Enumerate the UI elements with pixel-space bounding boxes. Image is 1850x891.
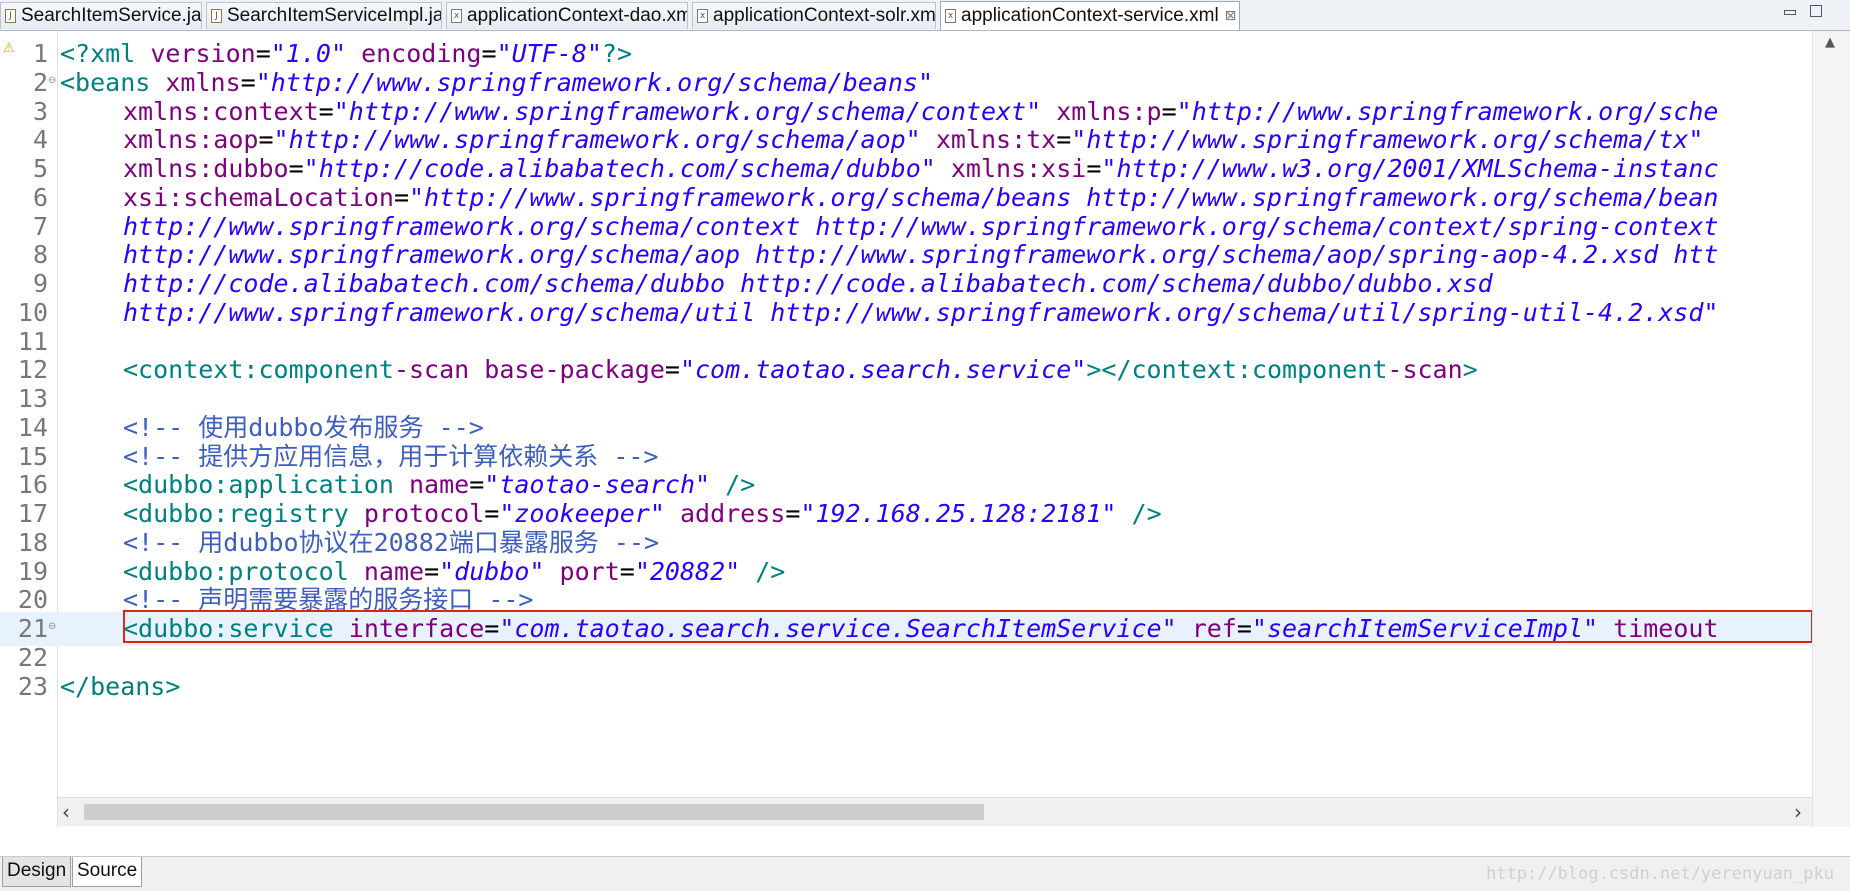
tab-applicationcontext-service-xml[interactable]: x applicationContext-service.xml ⊠	[940, 1, 1240, 30]
tab-searchitemservice-java[interactable]: J SearchItemService.java	[0, 2, 202, 29]
tab-applicationcontext-dao-xml[interactable]: x applicationContext-dao.xml	[446, 2, 688, 29]
tab-label: applicationContext-service.xml	[961, 5, 1219, 26]
tab-label: SearchItemServiceImpl.java	[227, 5, 442, 26]
tab-label: SearchItemService.java	[21, 5, 202, 26]
watermark-text: http://blog.csdn.net/yerenyuan_pku	[1486, 864, 1834, 884]
fold-toggle-icon[interactable]: ⊖	[48, 75, 56, 86]
design-tab-label: Design	[7, 860, 67, 881]
java-file-icon: J	[5, 9, 16, 23]
code-text: </beans>	[60, 671, 181, 701]
design-tab[interactable]: Design	[2, 857, 72, 887]
tab-label: applicationContext-dao.xml	[467, 5, 688, 26]
code-line-23[interactable]: 23 </beans>	[0, 670, 1812, 704]
horizontal-scroll-thumb[interactable]	[84, 804, 984, 820]
xml-file-icon: x	[451, 9, 462, 23]
scroll-right-icon[interactable]: ›	[1794, 800, 1802, 824]
source-tab-label: Source	[77, 860, 138, 881]
editor-tab-bar: J SearchItemService.java J SearchItemSer…	[0, 0, 1850, 31]
close-tab-icon[interactable]: ⊠	[1225, 8, 1237, 24]
tab-label: applicationContext-solr.xml	[713, 5, 936, 26]
tab-searchitemserviceimpl-java[interactable]: J SearchItemServiceImpl.java	[206, 2, 442, 29]
source-tab[interactable]: Source	[72, 857, 143, 887]
tab-applicationcontext-solr-xml[interactable]: x applicationContext-solr.xml	[692, 2, 936, 29]
source-editor[interactable]: ⚠ 1 <?xml version="1.0" encoding="UTF-8"?…	[0, 31, 1850, 827]
java-file-icon: J	[211, 9, 222, 23]
scroll-up-icon[interactable]: ▲	[1825, 35, 1835, 50]
xml-file-icon: x	[697, 9, 708, 23]
maximize-icon[interactable]	[1810, 5, 1822, 17]
fold-toggle-icon[interactable]: ⊖	[48, 621, 56, 632]
minimize-icon[interactable]	[1784, 10, 1796, 15]
vertical-scrollbar[interactable]: ▲	[1812, 31, 1850, 827]
horizontal-scrollbar[interactable]: ‹ ›	[58, 797, 1812, 826]
scroll-left-icon[interactable]: ‹	[62, 800, 70, 824]
line-number: 23	[17, 671, 48, 701]
xml-file-icon: x	[945, 9, 956, 23]
window-controls	[1780, 2, 1840, 26]
